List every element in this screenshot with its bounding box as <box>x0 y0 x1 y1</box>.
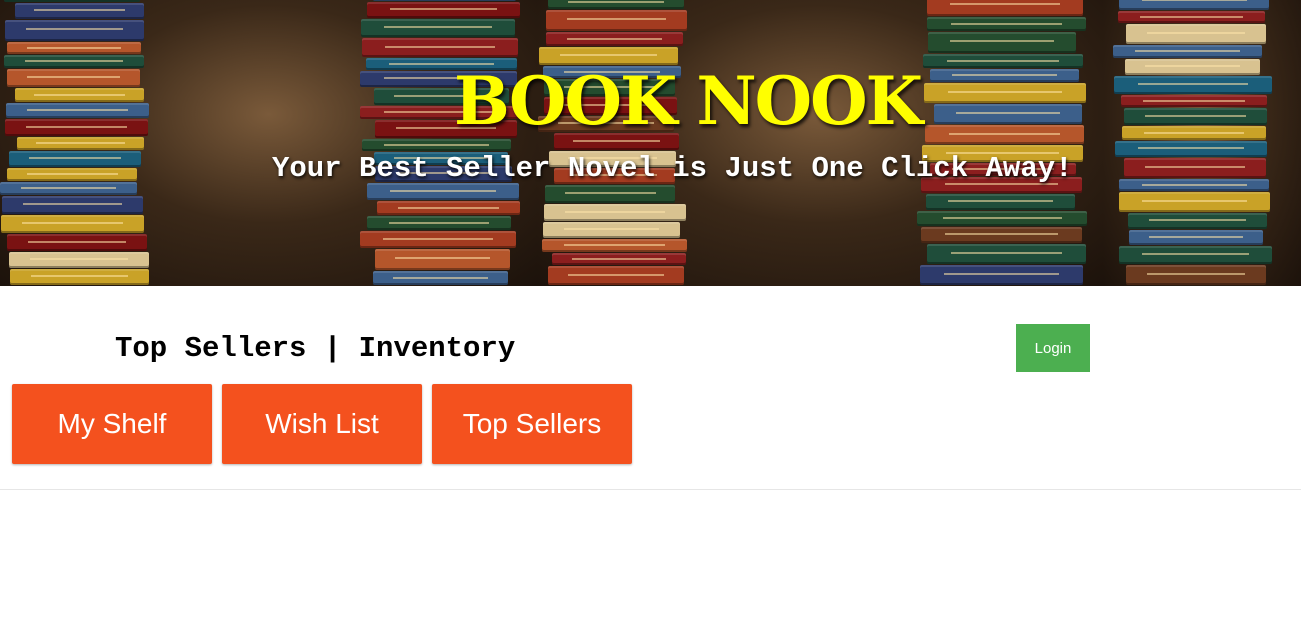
top-sellers-button[interactable]: Top Sellers <box>432 384 632 464</box>
site-title: BOOK NOOK <box>453 62 923 140</box>
bookshelf-image <box>1103 0 1301 286</box>
login-button[interactable]: Login <box>1016 324 1090 372</box>
bookshelf-image <box>537 0 1103 286</box>
site-tagline: Your Best Seller Novel is Just One Click… <box>272 152 1073 185</box>
bookshelf-image <box>0 0 537 286</box>
wish-list-button[interactable]: Wish List <box>222 384 422 464</box>
section-divider <box>0 489 1301 490</box>
hero-banner: BOOK NOOK Your Best Seller Novel is Just… <box>0 0 1301 286</box>
my-shelf-button[interactable]: My Shelf <box>12 384 212 464</box>
nav-heading: Top Sellers | Inventory <box>115 332 516 365</box>
